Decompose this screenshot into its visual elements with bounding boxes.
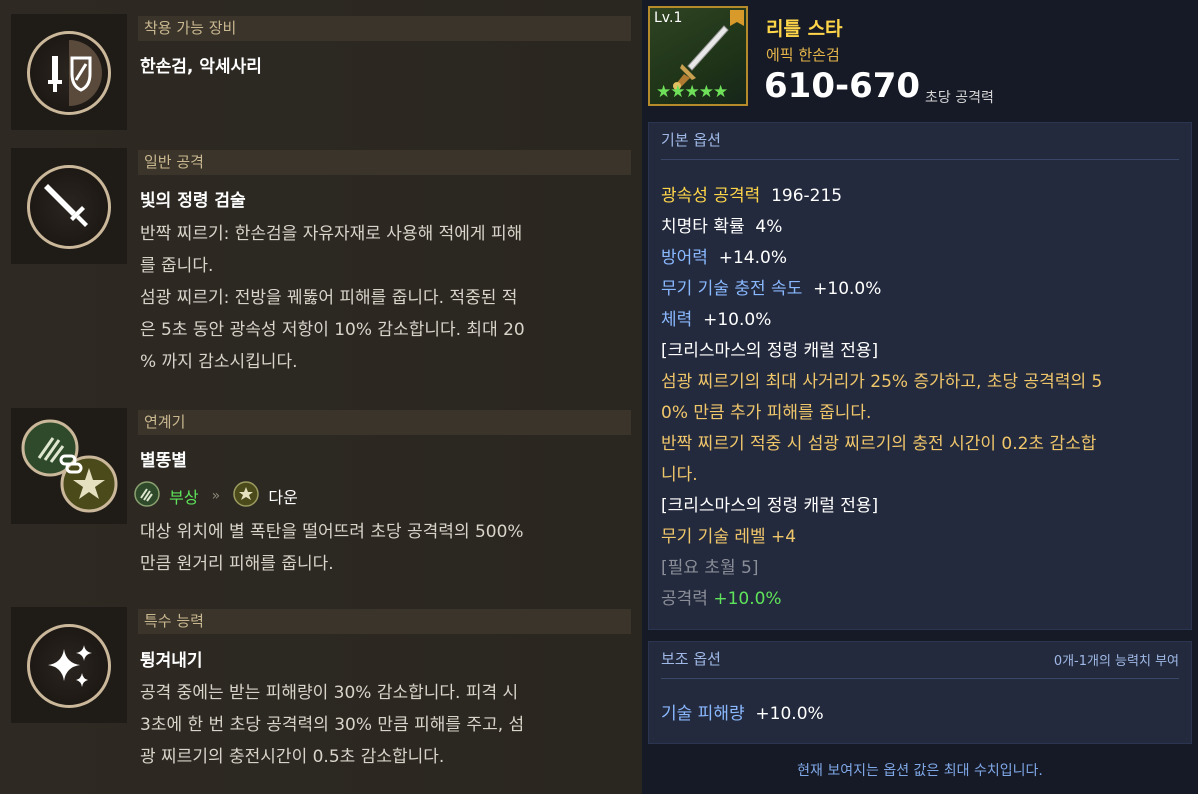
desc-line: 만큼 원거리 피해를 줍니다. bbox=[140, 554, 334, 574]
item-stars: ★★★★★ bbox=[656, 82, 728, 102]
option-key: 무기 기술 충전 속도 bbox=[661, 279, 803, 299]
claw-icon bbox=[134, 481, 160, 511]
combo-icon-box bbox=[11, 408, 127, 524]
option-value: 4% bbox=[755, 217, 783, 237]
special-header: 특수 능력 bbox=[138, 609, 631, 634]
option-key: 치명타 확률 bbox=[661, 217, 745, 237]
option-row: 치명타 확률 4% bbox=[661, 212, 782, 237]
sub-options-box: 보조 옵션 0개-1개의 능력치 부여 기술 피해량 +10.0% bbox=[648, 641, 1192, 744]
normal-description: 반짝 찌르기: 한손검을 자유자재로 사용해 적에게 피해 를 줍니다. 섬광 … bbox=[140, 218, 610, 378]
item-damage-label: 초당 공격력 bbox=[925, 90, 994, 106]
combo-chain: 부상 » 다운 bbox=[134, 481, 298, 511]
bond-title: [크리스마스의 정령 캐럴 전용] bbox=[661, 496, 879, 516]
sword-shield-icon bbox=[27, 31, 111, 115]
bond-title: [크리스마스의 정령 캐럴 전용] bbox=[661, 341, 879, 361]
footer-note: 현재 보여지는 옵션 값은 최대 수치입니다. bbox=[797, 763, 1043, 779]
option-key: 공격력 bbox=[661, 589, 708, 609]
item-type: 에픽 한손검 bbox=[766, 46, 840, 64]
combo-description: 대상 위치에 별 폭탄을 떨어뜨려 초당 공격력의 500% 만큼 원거리 피해… bbox=[140, 516, 610, 580]
bond-line: 반짝 찌르기 적중 시 섬광 찌르기의 충전 시간이 0.2초 감소합 bbox=[661, 434, 1097, 454]
sub-options-title: 보조 옵션 bbox=[661, 650, 721, 668]
equip-icon-box bbox=[11, 14, 127, 130]
option-row: 체력 +10.0% bbox=[661, 305, 771, 330]
option-value: +10.0% bbox=[755, 704, 824, 724]
sub-options-header: 보조 옵션 0개-1개의 능력치 부여 bbox=[649, 642, 1191, 678]
bookmark-icon bbox=[730, 10, 744, 26]
equip-header: 착용 가능 장비 bbox=[138, 16, 631, 41]
option-value: +10.0% bbox=[813, 279, 882, 299]
combo-from-label: 부상 bbox=[169, 488, 199, 507]
normal-header: 일반 공격 bbox=[138, 150, 631, 175]
option-key: 방어력 bbox=[661, 248, 708, 268]
option-row: 광속성 공격력 196-215 bbox=[661, 181, 842, 206]
option-value: +10.0% bbox=[713, 589, 782, 609]
desc-line: % 까지 감소시킵니다. bbox=[140, 352, 298, 372]
weapon-skill-level: 무기 기술 레벨 +4 bbox=[661, 527, 797, 547]
desc-line: 3초에 한 번 초당 공격력의 30% 만큼 피해를 주고, 섬 bbox=[140, 715, 525, 735]
desc-line: 공격 중에는 받는 피해량이 30% 감소합니다. 피격 시 bbox=[140, 683, 519, 703]
equip-title: 한손검, 악세사리 bbox=[140, 57, 262, 77]
bond-line: 섬광 찌르기의 최대 사거리가 25% 증가하고, 초당 공격력의 5 bbox=[661, 372, 1103, 392]
special-icon-box bbox=[11, 607, 127, 723]
desc-line: 광 찌르기의 충전시간이 0.5초 감소합니다. bbox=[140, 747, 445, 767]
combo-to-label: 다운 bbox=[268, 488, 298, 507]
divider bbox=[661, 678, 1179, 679]
base-options-header: 기본 옵션 bbox=[661, 131, 721, 149]
normal-icon-box bbox=[11, 148, 127, 264]
skill-panel: 착용 가능 장비 한손검, 악세사리 일반 공격 빛의 정령 검술 반짝 찌르기… bbox=[0, 0, 642, 794]
desc-line: 은 5초 동안 광속성 저항이 10% 감소합니다. 최대 20 bbox=[140, 320, 525, 340]
item-name: 리틀 스타 bbox=[766, 18, 843, 40]
star-burst-icon bbox=[62, 457, 116, 511]
item-tooltip: Lv.1 ★★★★★ 리틀 스타 에픽 한손검 610-670 초당 공격력 기… bbox=[642, 0, 1198, 794]
combo-title: 별똥별 bbox=[140, 451, 187, 471]
item-damage: 610-670 bbox=[764, 66, 921, 106]
sword-icon bbox=[27, 165, 111, 249]
option-row: 무기 기술 충전 속도 +10.0% bbox=[661, 274, 881, 299]
option-row: 방어력 +14.0% bbox=[661, 243, 787, 268]
option-key: 기술 피해량 bbox=[661, 704, 745, 724]
option-key: 광속성 공격력 bbox=[661, 186, 761, 206]
option-value: 196-215 bbox=[771, 186, 843, 206]
sparkle-icon bbox=[27, 624, 111, 708]
option-value: +10.0% bbox=[703, 310, 772, 330]
special-description: 공격 중에는 받는 피해량이 30% 감소합니다. 피격 시 3초에 한 번 초… bbox=[140, 677, 610, 773]
option-row: 기술 피해량 +10.0% bbox=[661, 699, 824, 724]
combo-header: 연계기 bbox=[138, 410, 631, 435]
divider bbox=[661, 159, 1179, 160]
normal-title: 빛의 정령 검술 bbox=[140, 191, 246, 211]
desc-line: 섬광 찌르기: 전방을 꿰뚫어 피해를 줍니다. 적중된 적 bbox=[140, 288, 518, 308]
option-row: 공격력 +10.0% bbox=[661, 584, 782, 609]
bond-line: 니다. bbox=[661, 465, 698, 485]
desc-line: 를 줍니다. bbox=[140, 256, 214, 276]
special-title: 튕겨내기 bbox=[140, 651, 203, 671]
double-chevron-icon: » bbox=[211, 488, 221, 504]
option-key: 체력 bbox=[661, 310, 693, 330]
option-value: +14.0% bbox=[718, 248, 787, 268]
desc-line: 반짝 찌르기: 한손검을 자유자재로 사용해 적에게 피해 bbox=[140, 224, 523, 244]
requirement: [필요 초월 5] bbox=[661, 558, 759, 578]
bond-line: 0% 만큼 추가 피해를 줍니다. bbox=[661, 403, 872, 423]
sub-options-note: 0개-1개의 능력치 부여 bbox=[1053, 654, 1179, 669]
star-burst-icon bbox=[233, 481, 260, 511]
item-icon-frame[interactable]: Lv.1 ★★★★★ bbox=[648, 6, 748, 106]
base-options-box: 기본 옵션 광속성 공격력 196-215 치명타 확률 4% 방어력 +14.… bbox=[648, 122, 1192, 630]
desc-line: 대상 위치에 별 폭탄을 떨어뜨려 초당 공격력의 500% bbox=[140, 522, 524, 542]
